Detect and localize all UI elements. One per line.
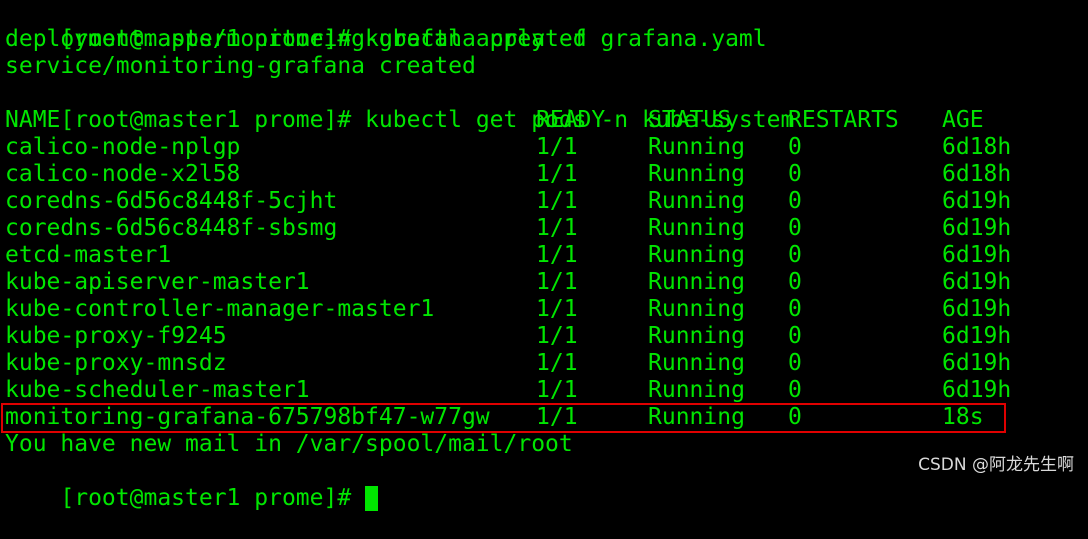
- prompt: [root@master1 prome]#: [60, 485, 352, 511]
- pod-age: 6d19h: [942, 377, 1012, 403]
- command-line-get-pods: [root@master1 prome]# kubectl get pods -…: [5, 80, 794, 133]
- column-header-ready: READY: [536, 107, 606, 133]
- table-row: kube-proxy-f9245 1/1 Running 0 6d19h: [5, 323, 1085, 350]
- table-row: calico-node-x2l58 1/1 Running 0 6d18h: [5, 161, 1085, 188]
- pod-ready: 1/1: [536, 350, 578, 376]
- output-line: service/monitoring-grafana created: [5, 53, 476, 79]
- pod-restarts: 0: [788, 188, 802, 214]
- pod-restarts: 0: [788, 269, 802, 295]
- watermark: CSDN @阿龙先生啊: [918, 455, 1074, 475]
- cursor-block[interactable]: [365, 486, 379, 511]
- pod-restarts: 0: [788, 161, 802, 187]
- pod-name: kube-controller-manager-master1: [5, 296, 435, 322]
- pod-name: kube-apiserver-master1: [5, 269, 310, 295]
- table-row: coredns-6d56c8448f-sbsmg 1/1 Running 0 6d19h: [5, 215, 1085, 242]
- pod-ready: 1/1: [536, 134, 578, 160]
- pod-status: Running: [648, 134, 745, 160]
- table-header: NAME READY STATUS RESTARTS AGE: [5, 107, 1085, 134]
- table-row: kube-apiserver-master1 1/1 Running 0 6d19h: [5, 269, 1085, 296]
- column-header-status: STATUS: [648, 107, 732, 133]
- table-row: etcd-master1 1/1 Running 0 6d19h: [5, 242, 1085, 269]
- current-prompt-line[interactable]: [root@master1 prome]#: [5, 458, 379, 511]
- pod-name: calico-node-nplgp: [5, 134, 241, 160]
- pod-status: Running: [648, 161, 745, 187]
- pod-status: Running: [648, 269, 745, 295]
- pod-age: 6d19h: [942, 269, 1012, 295]
- column-header-name: NAME: [5, 107, 61, 133]
- pod-ready: 1/1: [536, 296, 578, 322]
- mail-notice: You have new mail in /var/spool/mail/roo…: [5, 431, 573, 457]
- pod-restarts: 0: [788, 323, 802, 349]
- pod-age: 6d19h: [942, 215, 1012, 241]
- terminal-window[interactable]: [root@master1 prome]# kubectl apply -f g…: [0, 0, 1088, 511]
- pod-name: etcd-master1: [5, 242, 172, 268]
- table-row: coredns-6d56c8448f-5cjht 1/1 Running 0 6d19h: [5, 188, 1085, 215]
- table-row: kube-scheduler-master1 1/1 Running 0 6d19h: [5, 377, 1085, 404]
- pod-age: 6d19h: [942, 350, 1012, 376]
- table-row: kube-controller-manager-master1 1/1 Runnin…: [5, 296, 1085, 323]
- pod-restarts: 0: [788, 134, 802, 160]
- pod-ready: 1/1: [536, 215, 578, 241]
- pod-restarts: 0: [788, 296, 802, 322]
- pod-ready: 1/1: [536, 188, 578, 214]
- pod-restarts: 0: [788, 350, 802, 376]
- pod-status: Running: [648, 215, 745, 241]
- pod-name: kube-scheduler-master1: [5, 377, 310, 403]
- pod-status: Running: [648, 323, 745, 349]
- table-row: kube-proxy-mnsdz 1/1 Running 0 6d19h: [5, 350, 1085, 377]
- pod-status: Running: [648, 242, 745, 268]
- pod-restarts: 0: [788, 242, 802, 268]
- column-header-restarts: RESTARTS: [788, 107, 899, 133]
- pod-status: Running: [648, 350, 745, 376]
- pod-age: 6d19h: [942, 242, 1012, 268]
- pod-name: coredns-6d56c8448f-5cjht: [5, 188, 338, 214]
- output-line: deployment.apps/monitoring-grafana creat…: [5, 26, 587, 52]
- pod-name: kube-proxy-mnsdz: [5, 350, 227, 376]
- pod-ready: 1/1: [536, 161, 578, 187]
- pod-age: 6d19h: [942, 323, 1012, 349]
- pod-restarts: 0: [788, 215, 802, 241]
- pod-ready: 1/1: [536, 269, 578, 295]
- pod-ready: 1/1: [536, 323, 578, 349]
- pod-status: Running: [648, 296, 745, 322]
- pod-status: Running: [648, 188, 745, 214]
- table-row: calico-node-nplgp 1/1 Running 0 6d18h: [5, 134, 1085, 161]
- pod-age: 6d19h: [942, 188, 1012, 214]
- pod-age: 6d19h: [942, 296, 1012, 322]
- pod-restarts: 0: [788, 377, 802, 403]
- pod-name: coredns-6d56c8448f-sbsmg: [5, 215, 338, 241]
- pod-age: 6d18h: [942, 161, 1012, 187]
- highlight-box: [1, 403, 1006, 433]
- pod-name: kube-proxy-f9245: [5, 323, 227, 349]
- pod-age: 6d18h: [942, 134, 1012, 160]
- command-line-apply: [root@master1 prome]# kubectl apply -f g…: [5, 0, 766, 52]
- pod-name: calico-node-x2l58: [5, 161, 241, 187]
- pod-ready: 1/1: [536, 377, 578, 403]
- pod-status: Running: [648, 377, 745, 403]
- column-header-age: AGE: [942, 107, 984, 133]
- pod-ready: 1/1: [536, 242, 578, 268]
